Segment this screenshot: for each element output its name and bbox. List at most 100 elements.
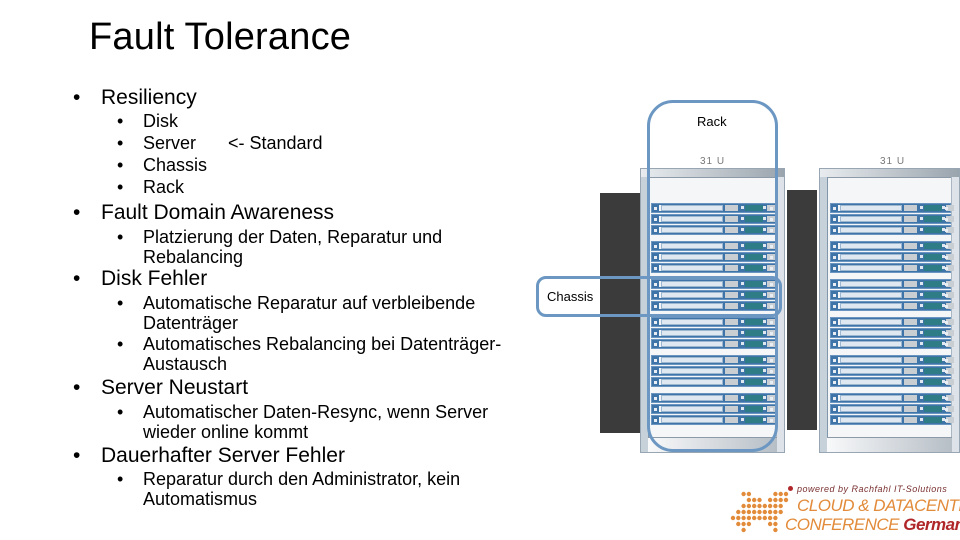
server-part-led — [833, 283, 836, 286]
server-unit — [830, 279, 954, 289]
bullet-text: Fault Domain Awareness — [101, 201, 335, 224]
bullet-glyph: • — [117, 293, 124, 313]
chassis — [830, 203, 954, 235]
logo-dot — [736, 521, 741, 527]
logo-dot — [741, 515, 746, 521]
server-part-slot — [838, 292, 902, 298]
server-part-led2 — [945, 267, 948, 270]
dark-panel-middle — [787, 190, 817, 430]
server-unit — [830, 252, 954, 262]
bullet-glyph: • — [117, 111, 124, 131]
server-part-led2 — [945, 408, 948, 411]
server-part-led2 — [945, 332, 948, 335]
server-unit — [830, 393, 954, 403]
logo-dot — [778, 497, 783, 503]
logo-dot — [746, 509, 752, 515]
bullet-glyph: • — [73, 267, 81, 290]
server-part-dot1 — [920, 380, 923, 383]
logo-dot — [773, 527, 778, 533]
server-part-slot — [838, 303, 902, 309]
logo-dot — [746, 521, 752, 527]
bullet-glyph: • — [73, 86, 81, 109]
logo-dot — [783, 491, 789, 497]
server-part-led — [833, 305, 836, 308]
logo-dot — [767, 503, 773, 509]
server-part-led2 — [945, 397, 948, 400]
server-part-led2 — [945, 321, 948, 324]
server-part-grey — [904, 292, 917, 298]
logo-dot — [741, 521, 746, 527]
server-part-led — [833, 245, 836, 248]
server-part-led — [833, 256, 836, 259]
server-part-slot — [838, 330, 902, 336]
bullet-glyph: • — [117, 334, 124, 354]
server-part-led — [833, 397, 836, 400]
logo-dot — [746, 491, 752, 497]
server-part-grey — [904, 357, 917, 363]
server-unit — [830, 290, 954, 300]
logo-dot — [736, 509, 741, 515]
logo-dot — [778, 503, 783, 509]
server-part-slot — [838, 417, 902, 423]
server-part-slot — [838, 406, 902, 412]
server-part-dot1 — [920, 304, 923, 307]
server-part-dot1 — [920, 369, 923, 372]
server-part-led — [833, 207, 836, 210]
server-part-led — [833, 370, 836, 373]
server-part-grey — [904, 281, 917, 287]
server-part-led2 — [945, 283, 948, 286]
bullet-text: Dauerhafter Server Fehler — [101, 444, 345, 467]
bullet-glyph: • — [117, 133, 124, 153]
server-unit — [830, 263, 954, 273]
server-part-slot — [838, 368, 902, 374]
server-part-grey — [904, 406, 917, 412]
bullet-glyph: • — [73, 376, 81, 399]
logo-dot — [773, 503, 778, 509]
server-unit — [830, 355, 954, 365]
server-part-led — [833, 343, 836, 346]
logo-dot — [762, 503, 767, 509]
bullet-text: Resiliency — [101, 86, 197, 109]
server-unit — [830, 301, 954, 311]
server-part-led — [833, 267, 836, 270]
slide-title: Fault Tolerance — [89, 16, 352, 58]
logo-dot — [741, 509, 746, 515]
logo-dot — [773, 491, 778, 497]
server-rack-2 — [819, 168, 960, 453]
bullet-glyph: • — [117, 227, 124, 247]
server-part-dot1 — [920, 407, 923, 410]
server-unit — [830, 225, 954, 235]
server-unit — [830, 339, 954, 349]
server-part-green — [924, 216, 942, 222]
server-part-green — [924, 368, 942, 374]
server-part-grey — [904, 368, 917, 374]
server-part-grey — [904, 341, 917, 347]
server-part-grey — [904, 216, 917, 222]
server-part-led — [833, 332, 836, 335]
logo-dots-icon — [730, 491, 789, 533]
logo-dot — [730, 515, 736, 521]
server-part-dot1 — [920, 282, 923, 285]
bullet-text: Platzierung der Daten, Reparatur und Reb… — [143, 227, 443, 267]
logo-red-dot — [788, 486, 793, 491]
server-part-led — [833, 381, 836, 384]
server-part-green — [924, 265, 942, 271]
logo-powered-by: powered by Rachfahl IT-Solutions — [797, 484, 948, 494]
server-part-dot1 — [920, 228, 923, 231]
server-part-dot1 — [920, 293, 923, 296]
logo-dot — [773, 509, 778, 515]
server-unit — [830, 377, 954, 387]
bullet-glyph: • — [73, 201, 81, 224]
server-part-slot — [838, 319, 902, 325]
server-part-grey — [904, 330, 917, 336]
bullet-text: Disk Fehler — [101, 267, 208, 290]
server-part-dot1 — [920, 358, 923, 361]
server-part-green — [924, 330, 942, 336]
server-part-led2 — [945, 218, 948, 221]
server-part-slot — [838, 395, 902, 401]
server-part-green — [924, 357, 942, 363]
server-part-slot — [838, 254, 902, 260]
logo-dot — [767, 515, 773, 521]
logo-line2: CONFERENCE Germany — [785, 515, 960, 535]
chassis — [830, 241, 954, 273]
